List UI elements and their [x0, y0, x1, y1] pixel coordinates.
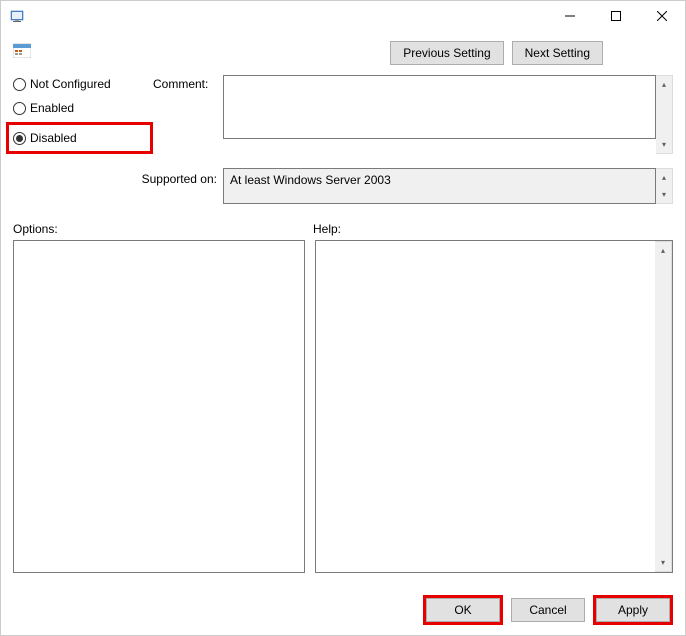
- scrollbar[interactable]: ▴ ▾: [656, 75, 673, 154]
- radio-label: Not Configured: [30, 77, 111, 91]
- cancel-button[interactable]: Cancel: [511, 598, 585, 622]
- options-panel: [13, 240, 305, 573]
- scrollbar[interactable]: ▴ ▾: [656, 168, 673, 204]
- supported-on-field: At least Windows Server 2003: [223, 168, 656, 204]
- scroll-down-icon[interactable]: ▾: [656, 136, 672, 153]
- scroll-up-icon[interactable]: ▴: [656, 169, 672, 186]
- radio-disabled[interactable]: Disabled: [6, 122, 153, 154]
- content-area: Previous Setting Next Setting Not Config…: [1, 31, 685, 583]
- help-label: Help:: [313, 222, 341, 236]
- dialog-footer: OK Cancel Apply: [1, 583, 685, 635]
- radio-enabled[interactable]: Enabled: [13, 101, 153, 115]
- ok-button[interactable]: OK: [426, 598, 500, 622]
- comment-textarea[interactable]: [223, 75, 656, 139]
- scroll-down-icon[interactable]: ▾: [656, 186, 672, 203]
- help-panel: ▴ ▾: [315, 240, 673, 573]
- options-label: Options:: [13, 222, 313, 236]
- previous-setting-button[interactable]: Previous Setting: [390, 41, 503, 65]
- app-icon: [9, 8, 25, 24]
- window-controls: [547, 1, 685, 31]
- state-radio-group: Not Configured Enabled Disabled: [13, 75, 153, 154]
- scroll-up-icon[interactable]: ▴: [656, 76, 672, 93]
- supported-label: Supported on:: [13, 168, 223, 204]
- radio-icon: [13, 78, 26, 91]
- scroll-up-icon[interactable]: ▴: [655, 242, 671, 259]
- settings-tab-icon: [13, 41, 31, 59]
- radio-label: Enabled: [30, 101, 74, 115]
- radio-icon: [13, 102, 26, 115]
- titlebar: [1, 1, 685, 31]
- radio-not-configured[interactable]: Not Configured: [13, 77, 153, 91]
- next-setting-button[interactable]: Next Setting: [512, 41, 603, 65]
- minimize-button[interactable]: [547, 1, 593, 31]
- scroll-down-icon[interactable]: ▾: [655, 554, 671, 571]
- scrollbar[interactable]: ▴ ▾: [655, 241, 672, 572]
- policy-dialog: Previous Setting Next Setting Not Config…: [0, 0, 686, 636]
- comment-label: Comment:: [153, 75, 223, 154]
- radio-icon: [13, 132, 26, 145]
- radio-label: Disabled: [30, 131, 77, 145]
- close-button[interactable]: [639, 1, 685, 31]
- maximize-button[interactable]: [593, 1, 639, 31]
- apply-button[interactable]: Apply: [596, 598, 670, 622]
